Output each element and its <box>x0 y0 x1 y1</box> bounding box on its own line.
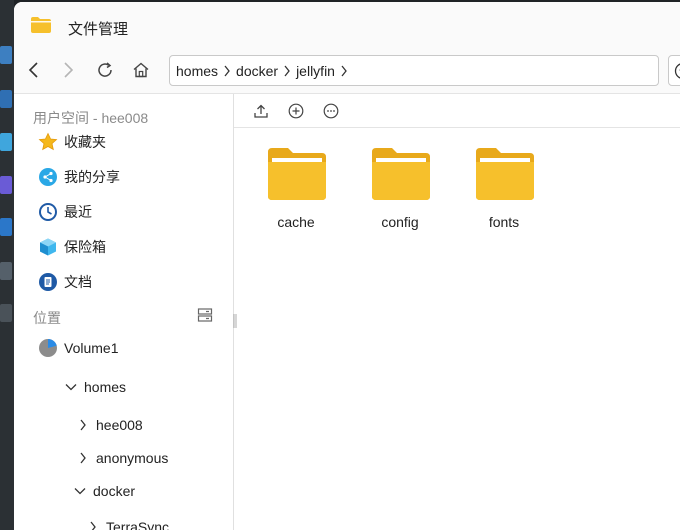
user-space-label: 用户空间 - hee008 <box>33 110 149 126</box>
tree-item-docker[interactable]: docker <box>73 479 135 503</box>
content-toolbar <box>234 94 680 128</box>
safe-box-icon <box>38 237 58 257</box>
more-circle-icon <box>323 103 339 119</box>
sidebar: 用户空间 - hee008 收藏夹 我的分享 最近 保险箱 文档 位置 Volu… <box>14 94 234 530</box>
sidebar-item-recent[interactable]: 最近 <box>38 198 92 226</box>
chevron-right-icon <box>220 64 234 78</box>
folder-icon <box>268 148 326 200</box>
sidebar-item-safe-box[interactable]: 保险箱 <box>38 233 106 261</box>
more-options-button[interactable] <box>322 102 340 120</box>
desktop-app-icon[interactable] <box>0 176 12 194</box>
back-button[interactable] <box>22 58 46 82</box>
desktop-app-icon[interactable] <box>0 304 12 322</box>
sidebar-item-my-share[interactable]: 我的分享 <box>38 163 120 191</box>
folder-icon <box>476 148 534 200</box>
tree-item-anonymous[interactable]: anonymous <box>76 446 168 470</box>
volume-item[interactable]: Volume1 <box>38 334 118 362</box>
title-bar: 文件管理 <box>14 2 680 48</box>
chevron-right-icon <box>64 62 74 78</box>
volume-pie-icon <box>38 338 58 358</box>
desktop-background <box>0 0 14 530</box>
chevron-right-icon[interactable] <box>76 418 90 432</box>
home-icon <box>133 62 149 78</box>
chevron-down-icon[interactable] <box>64 380 78 394</box>
tree-item-terrasync[interactable]: TerraSync <box>86 515 169 530</box>
refresh-icon <box>98 62 112 77</box>
folder-icon <box>372 148 430 200</box>
document-icon <box>38 272 58 292</box>
folder-name: fonts <box>488 214 520 230</box>
home-button[interactable] <box>129 58 153 82</box>
refresh-button[interactable] <box>93 58 117 82</box>
navigation-bar: homes docker jellyfin <box>14 48 680 94</box>
share-icon <box>38 167 58 187</box>
desktop-app-icon[interactable] <box>0 262 12 280</box>
folder-name: cache <box>277 214 315 230</box>
storage-manage-icon[interactable] <box>196 306 214 324</box>
upload-file-button[interactable] <box>252 102 270 120</box>
create-new-button[interactable] <box>287 102 305 120</box>
chevron-left-icon <box>28 62 38 78</box>
clock-icon <box>38 202 58 222</box>
folder-name: config <box>381 214 419 230</box>
path-bar[interactable]: homes docker jellyfin <box>169 55 659 86</box>
desktop-app-icon[interactable] <box>0 218 12 236</box>
desktop-app-icon[interactable] <box>0 46 12 64</box>
chevron-right-icon <box>280 64 294 78</box>
chevron-right-icon[interactable] <box>76 451 90 465</box>
file-manager-window: 文件管理 homes docker jellyfin 用户空间 - hee008 <box>14 2 680 530</box>
desktop-app-icon[interactable] <box>0 90 12 108</box>
upload-icon <box>254 104 268 118</box>
tree-item-hee008[interactable]: hee008 <box>76 413 143 437</box>
folder-item-cache[interactable]: cache <box>251 146 341 246</box>
breadcrumb-jellyfin[interactable]: jellyfin <box>296 63 335 79</box>
chevron-right-icon[interactable] <box>337 64 351 78</box>
sidebar-item-favorites[interactable]: 收藏夹 <box>38 128 106 156</box>
pane-resize-handle[interactable] <box>233 314 237 328</box>
breadcrumb-homes[interactable]: homes <box>176 63 218 79</box>
plus-circle-icon <box>288 103 304 119</box>
folder-icon <box>31 17 51 33</box>
tree-item-homes[interactable]: homes <box>64 375 126 399</box>
window-title: 文件管理 <box>68 21 129 38</box>
folder-item-fonts[interactable]: fonts <box>459 146 549 246</box>
star-icon <box>38 132 58 152</box>
forward-button[interactable] <box>56 58 80 82</box>
location-label: 位置 <box>33 310 61 326</box>
breadcrumb-docker[interactable]: docker <box>236 63 278 79</box>
chevron-right-icon[interactable] <box>86 520 100 530</box>
upload-circle-icon <box>674 62 680 79</box>
desktop-app-icon[interactable] <box>0 133 12 151</box>
folder-item-config[interactable]: config <box>355 146 445 246</box>
sidebar-item-documents[interactable]: 文档 <box>38 268 92 296</box>
chevron-down-icon[interactable] <box>73 484 87 498</box>
upload-button[interactable] <box>668 55 680 86</box>
